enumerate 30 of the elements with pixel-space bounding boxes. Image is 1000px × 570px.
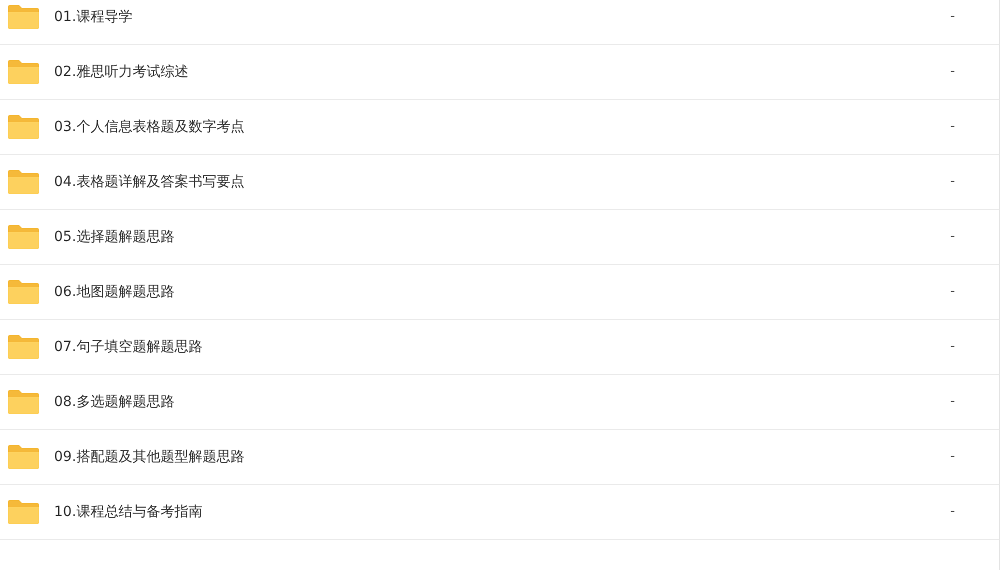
folder-icon <box>7 279 40 305</box>
file-size: - <box>950 63 955 82</box>
file-size: - <box>950 338 955 356</box>
folder-name[interactable]: 07.句子填空题解题思路 <box>54 336 202 358</box>
file-size: - <box>950 118 955 136</box>
folder-icon <box>7 114 40 140</box>
folder-name[interactable]: 04.表格题详解及答案书写要点 <box>54 172 244 192</box>
file-size: - <box>950 448 955 466</box>
folder-name[interactable]: 09.搭配题及其他题型解题思路 <box>54 446 244 468</box>
folder-icon <box>7 4 40 30</box>
folder-name[interactable]: 01.课程导学 <box>54 6 132 28</box>
file-size: - <box>950 228 955 246</box>
folder-icon <box>7 59 40 85</box>
folder-name[interactable]: 08.多选题解题思路 <box>54 392 174 412</box>
folder-icon <box>7 334 40 360</box>
file-size: - <box>950 283 955 302</box>
folder-name[interactable]: 06.地图题解题思路 <box>54 282 174 302</box>
file-size: - <box>950 173 955 192</box>
file-size: - <box>950 8 955 26</box>
file-size: - <box>950 503 955 522</box>
file-size: - <box>950 393 955 412</box>
folder-name[interactable]: 05.选择题解题思路 <box>54 226 174 248</box>
folder-name[interactable]: 10.课程总结与备考指南 <box>54 502 202 522</box>
folder-icon <box>7 444 40 470</box>
folder-icon <box>7 389 40 415</box>
folder-icon <box>7 499 40 525</box>
folder-icon <box>7 224 40 250</box>
folder-icon <box>7 169 40 195</box>
folder-name[interactable]: 03.个人信息表格题及数字考点 <box>54 116 244 138</box>
folder-name[interactable]: 02.雅思听力考试综述 <box>54 62 188 82</box>
